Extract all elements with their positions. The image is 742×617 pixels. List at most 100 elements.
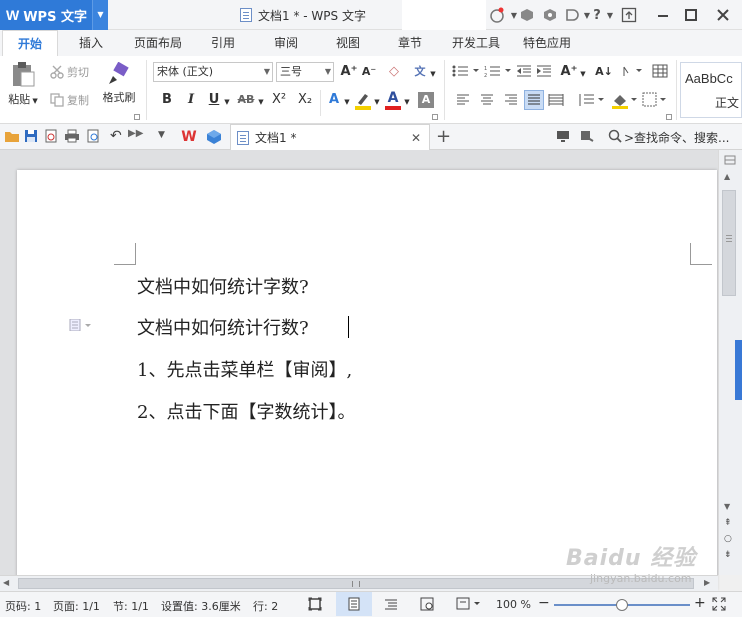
clear-format-icon[interactable]: ◇ xyxy=(386,64,402,80)
paragraph-line-3[interactable]: 1、先点击菜单栏【审阅】, xyxy=(137,356,352,382)
superscript-button[interactable]: X² xyxy=(268,92,290,108)
chevron-down-icon[interactable]: ▼ xyxy=(222,94,232,110)
change-case-icon[interactable]: A⁺ xyxy=(558,64,580,80)
paragraph-line-2[interactable]: 文档中如何统计行数? xyxy=(137,314,309,340)
new-tab-icon[interactable]: + xyxy=(436,126,451,147)
previous-page-icon[interactable]: ⇞ xyxy=(724,518,732,528)
line-spacing-icon[interactable] xyxy=(578,94,604,109)
paragraph-line-1[interactable]: 文档中如何统计字数? xyxy=(137,273,309,299)
vertical-scrollbar[interactable]: ▲ ▼ ⇞ ○ ⇟ xyxy=(718,150,742,575)
cloud-icon[interactable] xyxy=(518,6,536,24)
pinyin-guide-icon[interactable]: 文 xyxy=(410,64,430,80)
tab-chapter[interactable]: 章节 xyxy=(386,30,434,56)
status-pages[interactable]: 页面: 1/1 xyxy=(53,598,100,614)
status-section[interactable]: 节: 1/1 xyxy=(113,598,149,614)
font-name-select[interactable]: 宋体 (正文) ▼ xyxy=(153,62,273,82)
table-icon[interactable] xyxy=(652,64,668,81)
align-right-icon[interactable] xyxy=(504,94,518,109)
shrink-font-button[interactable]: A⁻ xyxy=(360,64,378,80)
screen-icon[interactable] xyxy=(556,130,570,145)
zoom-slider-knob[interactable] xyxy=(616,599,628,611)
split-icon[interactable] xyxy=(724,154,736,165)
zoom-in-icon[interactable]: + xyxy=(694,596,706,610)
outline-view-icon[interactable] xyxy=(384,598,398,613)
save-icon[interactable] xyxy=(24,129,38,146)
tab-view[interactable]: 视图 xyxy=(324,30,372,56)
chevron-down-icon[interactable]: ▼ xyxy=(342,94,352,110)
cut-button[interactable]: 剪切 xyxy=(50,64,89,80)
document-page[interactable]: 文档中如何统计字数? 文档中如何统计行数? 1、先点击菜单栏【审阅】, 2、点击… xyxy=(17,170,717,590)
chevron-down-icon[interactable]: ▼ xyxy=(92,0,108,30)
scrollbar-thumb[interactable] xyxy=(722,190,736,296)
status-row[interactable]: 行: 2 xyxy=(253,598,278,614)
clipboard-dialog-launcher[interactable] xyxy=(134,114,140,120)
chevron-down-icon[interactable]: ▼ xyxy=(372,94,382,110)
tab-developer[interactable]: 开发工具 xyxy=(446,30,506,56)
tab-insert[interactable]: 插入 xyxy=(66,30,116,56)
paragraph-line-4[interactable]: 2、点击下面【字数统计】。 xyxy=(137,398,355,424)
chevron-down-icon[interactable]: ▼ xyxy=(601,6,619,24)
document-canvas[interactable]: 文档中如何统计字数? 文档中如何统计行数? 1、先点击菜单栏【审阅】, 2、点击… xyxy=(0,150,718,590)
justify-button[interactable] xyxy=(524,90,544,110)
paste-button[interactable]: 粘贴 ▼ xyxy=(4,60,42,107)
italic-button[interactable]: I xyxy=(184,92,198,108)
text-effect-icon[interactable]: A xyxy=(326,92,342,108)
tab-references[interactable]: 引用 xyxy=(200,30,246,56)
app-menu-button[interactable]: W WPS 文字 ▼ xyxy=(0,0,108,30)
tab-home[interactable]: 开始 xyxy=(2,30,58,56)
bold-button[interactable]: B xyxy=(160,92,174,108)
distribute-icon[interactable] xyxy=(548,94,564,109)
highlight-color-icon[interactable] xyxy=(354,91,372,111)
char-shading-icon[interactable]: A xyxy=(418,92,434,108)
border-icon[interactable] xyxy=(642,92,668,111)
close-icon[interactable] xyxy=(714,6,732,24)
scroll-down-icon[interactable]: ▼ xyxy=(724,502,730,511)
bullet-list-icon[interactable] xyxy=(452,64,482,81)
print-icon[interactable] xyxy=(64,129,80,146)
maximize-icon[interactable] xyxy=(682,6,700,24)
font-size-select[interactable]: 三号 ▼ xyxy=(276,62,334,82)
underline-button[interactable]: U xyxy=(207,92,221,108)
grow-font-button[interactable]: A⁺ xyxy=(340,64,358,80)
wps-home-icon[interactable]: W xyxy=(180,128,198,146)
undo-icon[interactable]: ↶ xyxy=(110,128,122,144)
export-pdf-icon[interactable] xyxy=(44,129,58,146)
redo-dropdown-icon[interactable]: ▶▶ xyxy=(128,128,143,139)
scroll-up-icon[interactable]: ▲ xyxy=(724,172,730,181)
chevron-down-icon[interactable]: ▼ xyxy=(578,66,588,82)
align-center-icon[interactable] xyxy=(480,94,494,109)
open-folder-icon[interactable] xyxy=(4,129,20,146)
status-setting-value[interactable]: 设置值: 3.6厘米 xyxy=(161,598,241,614)
full-screen-icon[interactable] xyxy=(308,597,322,614)
command-search-input[interactable]: >查找命令、搜索... xyxy=(624,129,730,146)
minimize-icon[interactable] xyxy=(654,6,672,24)
restore-ribbon-icon[interactable] xyxy=(620,6,638,24)
close-tab-icon[interactable]: ✕ xyxy=(411,131,421,145)
align-left-icon[interactable] xyxy=(456,94,470,109)
web-view-icon[interactable] xyxy=(420,597,434,614)
status-page-code[interactable]: 页码: 1 xyxy=(5,598,41,614)
numbered-list-icon[interactable]: 12 xyxy=(484,64,514,81)
subscript-button[interactable]: X₂ xyxy=(294,92,316,108)
chevron-down-icon[interactable]: ▼ xyxy=(256,94,266,110)
font-color-icon[interactable]: A xyxy=(384,91,402,111)
font-dialog-launcher[interactable] xyxy=(432,114,438,120)
zoom-out-icon[interactable]: − xyxy=(538,596,550,610)
page-view-button[interactable] xyxy=(336,592,372,616)
style-gallery[interactable]: AaBbCc 正文 xyxy=(680,62,742,118)
paragraph-handle-icon[interactable] xyxy=(69,318,93,334)
format-painter-button[interactable]: 格式刷 xyxy=(100,61,138,105)
show-marks-icon[interactable] xyxy=(622,64,644,81)
copy-button[interactable]: 复制 xyxy=(50,92,89,108)
share-icon[interactable] xyxy=(580,130,594,145)
tab-special-apps[interactable]: 特色应用 xyxy=(518,30,576,56)
print-preview-icon[interactable] xyxy=(86,129,100,146)
scroll-left-icon[interactable]: ◀ xyxy=(3,578,9,587)
shading-fill-icon[interactable] xyxy=(610,92,638,113)
chevron-down-icon[interactable]: ▼ xyxy=(158,130,165,140)
chevron-down-icon[interactable]: ▼ xyxy=(428,66,438,82)
tab-page-layout[interactable]: 页面布局 xyxy=(128,30,188,56)
fit-window-icon[interactable] xyxy=(712,597,726,614)
reading-mode-icon[interactable] xyxy=(456,597,482,614)
zoom-level[interactable]: 100 % xyxy=(496,598,531,611)
